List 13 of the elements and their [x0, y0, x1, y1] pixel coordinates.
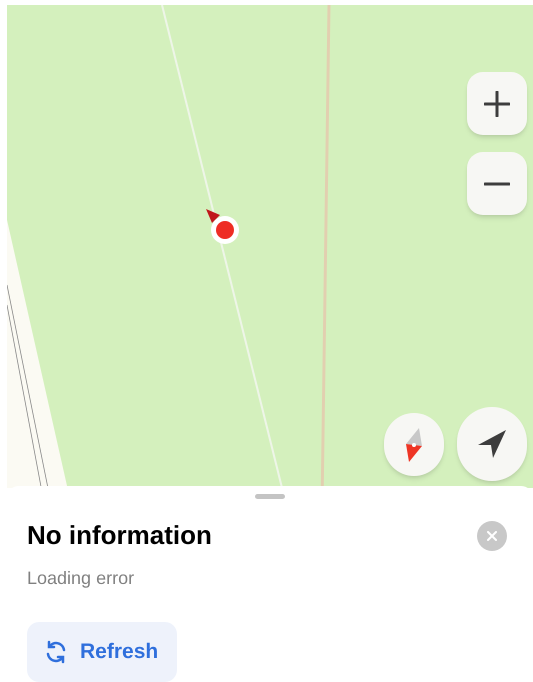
plus-icon: [484, 90, 510, 116]
compass-icon: [405, 428, 423, 462]
zoom-out-button[interactable]: [467, 152, 527, 215]
refresh-icon: [44, 640, 68, 664]
navigation-arrow-icon: [477, 429, 507, 459]
close-icon: [487, 530, 497, 540]
zoom-in-button[interactable]: [467, 72, 527, 135]
minus-icon: [484, 182, 510, 186]
refresh-button[interactable]: Refresh: [27, 622, 177, 682]
location-pin-icon: [204, 207, 242, 245]
sheet-subtitle: Loading error: [27, 567, 136, 590]
sheet-title: No information: [27, 519, 212, 552]
drag-handle[interactable]: [255, 494, 285, 499]
